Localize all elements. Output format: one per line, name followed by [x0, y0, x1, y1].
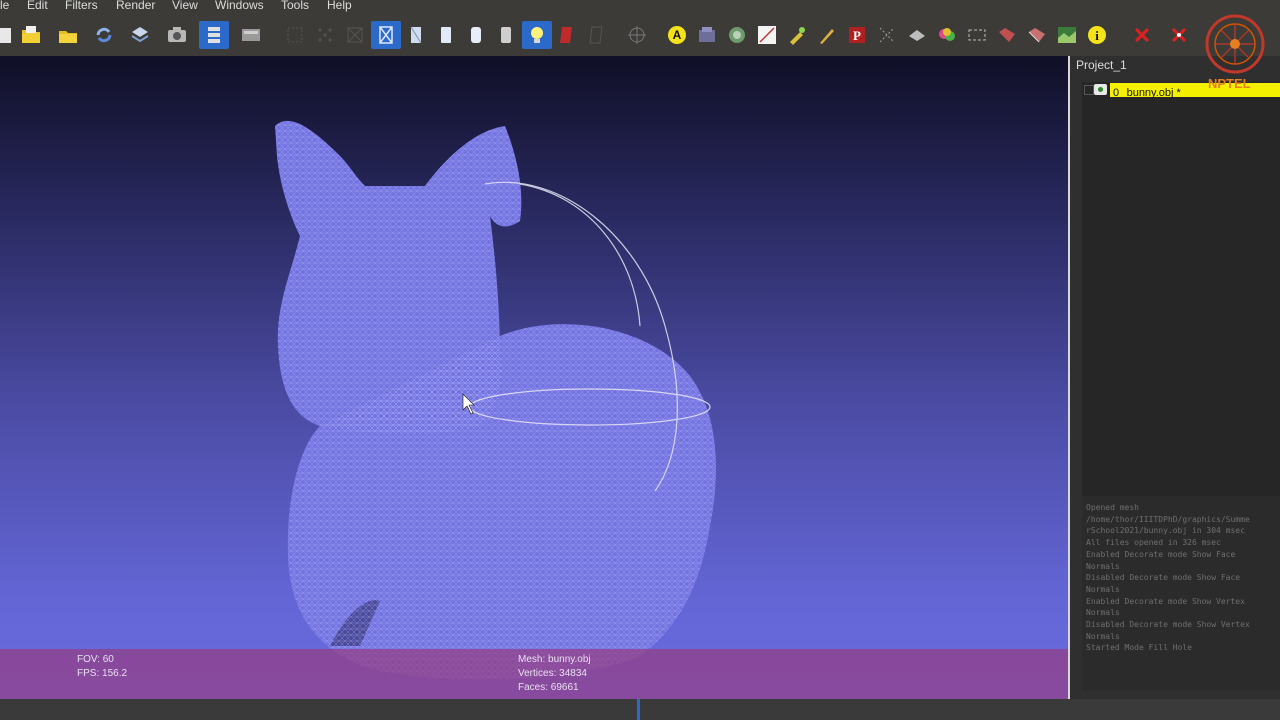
- bunny-mesh-render: [275, 120, 716, 680]
- mesh-name-label: Mesh: bunny.obj: [518, 654, 591, 665]
- open-folder-icon[interactable]: [20, 24, 42, 46]
- delete-vertices-icon[interactable]: [1168, 24, 1190, 46]
- log-line: All files opened in 326 msec: [1086, 538, 1221, 548]
- log-line: Normals: [1086, 561, 1120, 571]
- progress-indicator: [637, 699, 640, 720]
- menu-windows[interactable]: Windows: [215, 0, 264, 13]
- menu-render[interactable]: Render: [116, 0, 155, 13]
- nptel-logo-text: NPTEL: [1208, 76, 1251, 91]
- log-line: Disabled Decorate mode Show Vertex: [1086, 620, 1250, 630]
- vertex-select-icon[interactable]: [786, 24, 808, 46]
- raster-icon[interactable]: [240, 24, 262, 46]
- measure-icon[interactable]: [696, 24, 718, 46]
- reload-icon[interactable]: [93, 24, 115, 46]
- menu-tools[interactable]: Tools: [281, 0, 309, 13]
- reset-view-icon[interactable]: [585, 24, 607, 46]
- fov-label: FOV: 60: [77, 654, 114, 665]
- status-bar: [0, 699, 1280, 720]
- faces-label: Faces: 69661: [518, 682, 579, 693]
- snapshot-icon[interactable]: [166, 24, 188, 46]
- select-vertices-icon[interactable]: [996, 24, 1018, 46]
- smooth-icon[interactable]: [465, 24, 487, 46]
- vertices-label: Vertices: 34834: [518, 668, 587, 679]
- export-mesh-icon[interactable]: [129, 24, 151, 46]
- brush-icon[interactable]: P: [846, 24, 868, 46]
- log-line: Started Mode Fill Hole: [1086, 643, 1192, 653]
- annotation-icon[interactable]: A: [666, 24, 688, 46]
- flat-icon[interactable]: [435, 24, 457, 46]
- menu-bar: le Edit Filters Render View Windows Tool…: [0, 0, 1280, 13]
- svg-text:P: P: [853, 28, 861, 43]
- viewport-info-bar: FOV: 60 FPS: 156.2 Mesh: bunny.obj Verti…: [0, 649, 1068, 699]
- nptel-logo: NPTEL: [1202, 14, 1268, 94]
- layers-icon[interactable]: [199, 21, 229, 49]
- pick-points-icon[interactable]: [756, 24, 778, 46]
- lighting-icon[interactable]: [522, 21, 552, 49]
- svg-text:A: A: [673, 28, 682, 42]
- layer-index: 0: [1113, 87, 1120, 99]
- points-icon[interactable]: [314, 24, 336, 46]
- menu-file[interactable]: le: [0, 0, 9, 13]
- project-title: Project_1: [1076, 58, 1127, 72]
- log-line: Enabled Decorate mode Show Vertex: [1086, 596, 1245, 606]
- flatlines-icon[interactable]: [405, 24, 427, 46]
- bbox-icon[interactable]: [284, 24, 306, 46]
- menu-view[interactable]: View: [172, 0, 198, 13]
- log-line: Normals: [1086, 584, 1120, 594]
- log-line: Normals: [1086, 631, 1120, 641]
- parametrization-icon[interactable]: [876, 24, 898, 46]
- trackball-icon[interactable]: [626, 24, 648, 46]
- log-line: Disabled Decorate mode Show Face: [1086, 573, 1241, 583]
- fill-hole-icon[interactable]: [966, 24, 988, 46]
- menu-filters[interactable]: Filters: [65, 0, 98, 13]
- manipulator-icon[interactable]: [1026, 24, 1048, 46]
- log-line: Opened mesh: [1086, 503, 1139, 512]
- tree-expand-icon[interactable]: [1084, 85, 1094, 95]
- 3d-viewport[interactable]: FOV: 60 FPS: 156.2 Mesh: bunny.obj Verti…: [0, 56, 1068, 699]
- hiddenline-icon[interactable]: [371, 21, 401, 49]
- delete-faces-icon[interactable]: [1131, 24, 1153, 46]
- log-line: /home/thor/IIITDPhD/graphics/Summe: [1086, 514, 1250, 524]
- wireframe-icon[interactable]: [344, 24, 366, 46]
- import-mesh-icon[interactable]: [57, 24, 79, 46]
- new-project-icon[interactable]: [0, 24, 16, 46]
- log-line: Enabled Decorate mode Show Face: [1086, 549, 1236, 559]
- fps-label: FPS: 156.2: [77, 668, 128, 679]
- toolbar: A P i: [0, 13, 1280, 56]
- layer-panel: Project_1 0 bunny.obj * Opened mesh /hom…: [1070, 56, 1280, 699]
- info-icon[interactable]: i: [1086, 24, 1108, 46]
- menu-edit[interactable]: Edit: [27, 0, 48, 13]
- texture-icon[interactable]: [495, 24, 517, 46]
- double-side-icon[interactable]: [555, 24, 577, 46]
- layer-tree[interactable]: 0 bunny.obj *: [1082, 82, 1280, 502]
- select-faces-icon[interactable]: [906, 24, 928, 46]
- select-connected-icon[interactable]: [936, 24, 958, 46]
- menu-help[interactable]: Help: [327, 0, 352, 13]
- paint-icon[interactable]: [816, 24, 838, 46]
- log-line: Normals: [1086, 608, 1120, 618]
- log-console: Opened mesh /home/thor/IIITDPhD/graphics…: [1082, 496, 1280, 691]
- layer-name: bunny.obj *: [1126, 87, 1181, 99]
- svg-text:i: i: [1095, 28, 1099, 43]
- raster-align-icon[interactable]: [1056, 24, 1078, 46]
- visibility-eye-icon[interactable]: [1094, 84, 1107, 95]
- log-line: rSchool2021/bunny.obj in 304 msec: [1086, 526, 1245, 536]
- align-icon[interactable]: [726, 24, 748, 46]
